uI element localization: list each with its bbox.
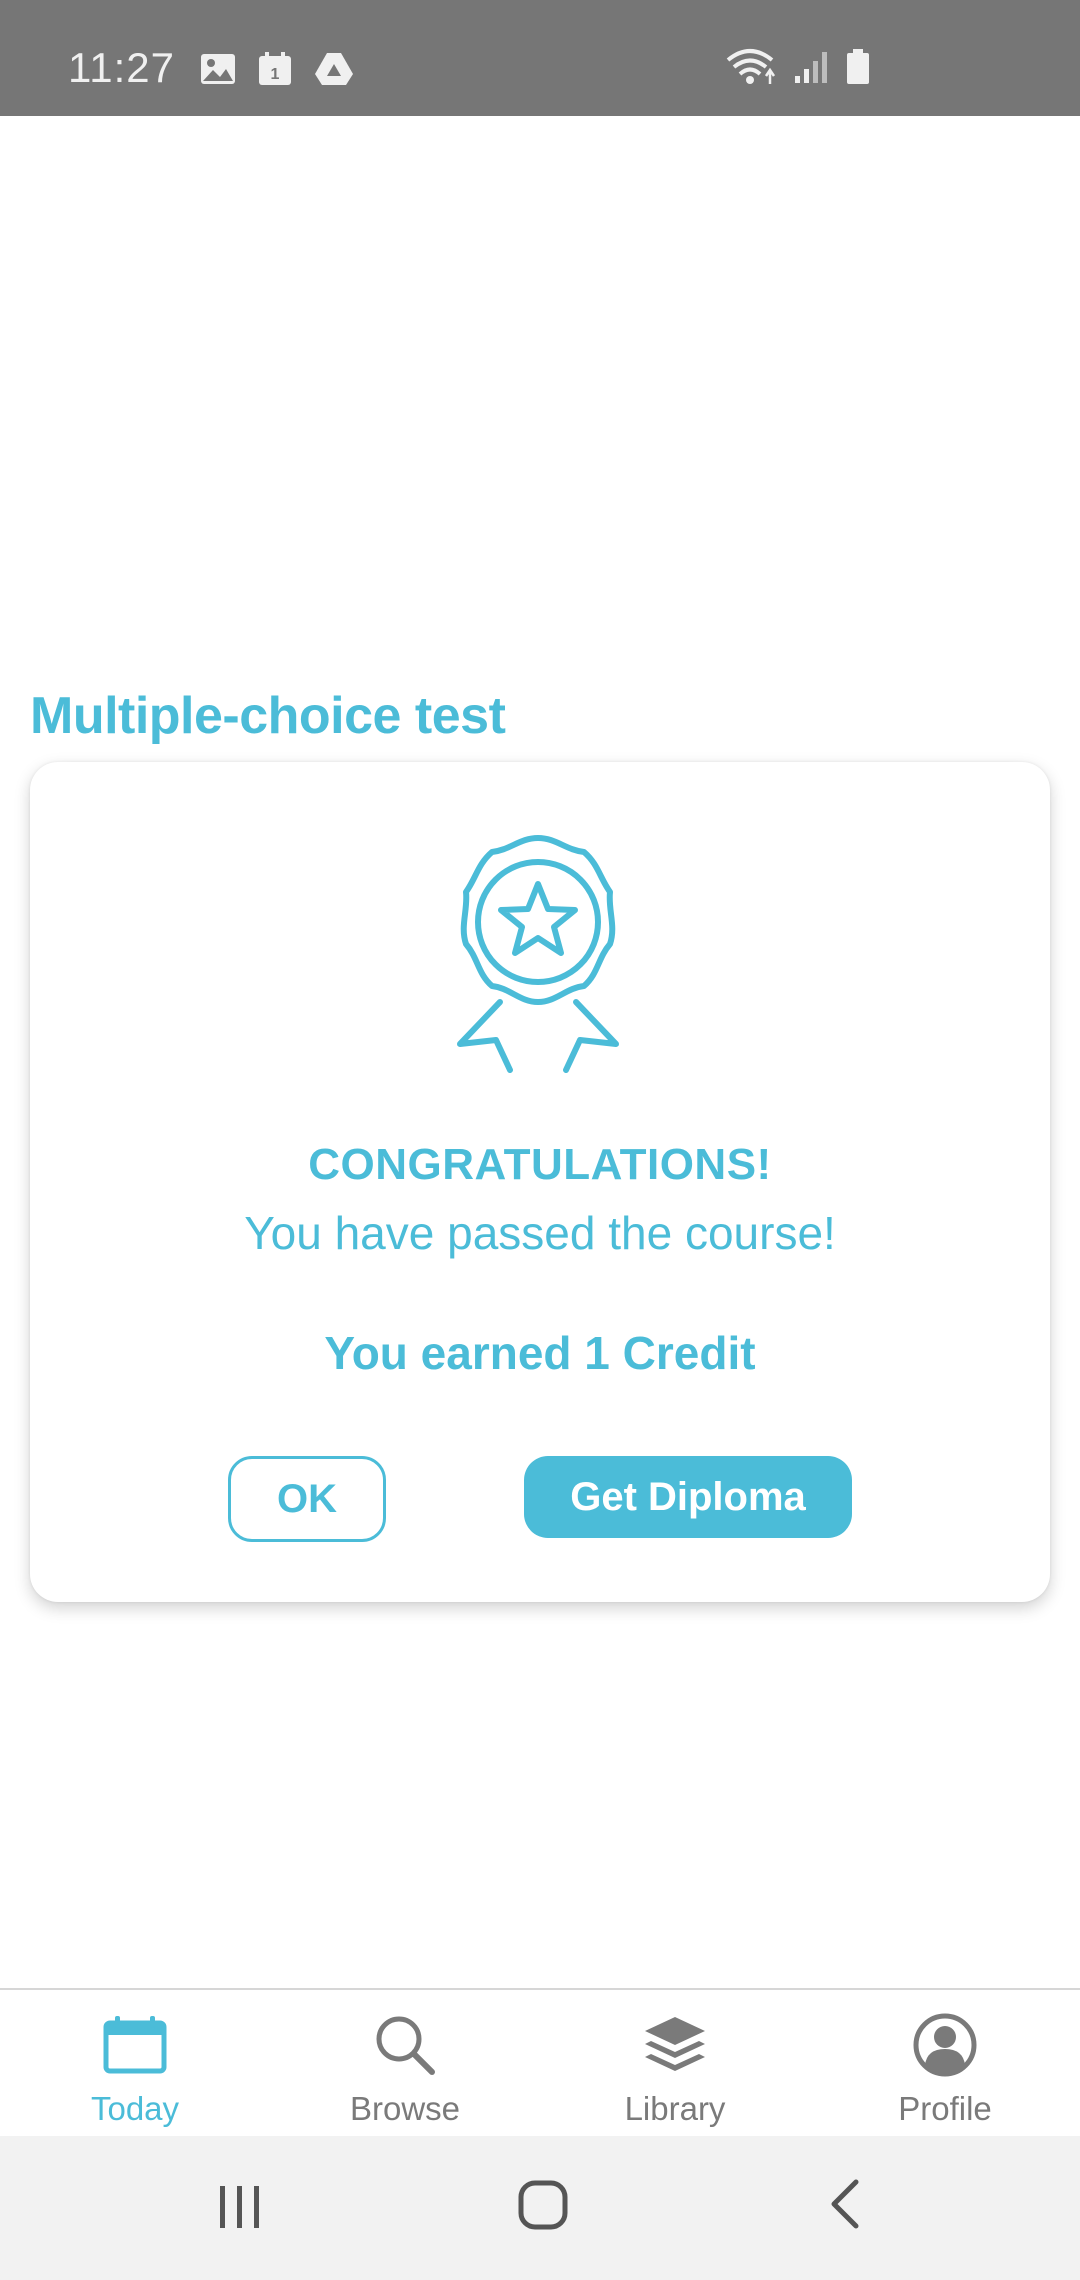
status-bar: 11:27 1 [0, 0, 1080, 116]
credit-earned-text: You earned 1 Credit [324, 1327, 756, 1379]
tab-today-label: Today [90, 2090, 180, 2127]
ok-button[interactable]: OK [228, 1456, 386, 1542]
congratulations-heading: CONGRATULATIONS! [308, 1140, 772, 1189]
tab-profile[interactable]: Profile [810, 1990, 1080, 2136]
signal-icon [794, 50, 828, 84]
battery-icon [846, 49, 870, 85]
tab-library-label: Library [624, 2090, 726, 2127]
profile-icon [913, 2010, 977, 2080]
system-navigation-bar [0, 2136, 1080, 2280]
congratulations-dialog: CONGRATULATIONS! You have passed the cou… [30, 762, 1050, 1602]
tab-profile-label: Profile [898, 2090, 992, 2127]
search-icon [374, 2010, 436, 2080]
recent-apps-icon[interactable] [216, 2176, 264, 2237]
tab-today[interactable]: Today [0, 1990, 270, 2136]
calendar-icon: 1 [258, 52, 292, 86]
award-badge-icon [438, 830, 638, 1085]
wifi-icon [726, 48, 776, 86]
get-diploma-button[interactable]: Get Diploma [524, 1456, 852, 1538]
tab-browse-label: Browse [349, 2090, 461, 2127]
tab-browse[interactable]: Browse [270, 1990, 540, 2136]
back-icon[interactable] [824, 2176, 868, 2237]
bottom-tab-bar: Today Browse Library Profile [0, 1988, 1080, 2136]
system-icons [726, 48, 870, 86]
notification-icons: 1 [200, 52, 354, 86]
status-time: 11:27 [68, 44, 175, 91]
layers-icon [643, 2010, 707, 2080]
home-icon[interactable] [516, 2176, 572, 2237]
passed-message: You have passed the course! [244, 1207, 836, 1259]
tab-library[interactable]: Library [540, 1990, 810, 2136]
drive-icon [314, 52, 354, 86]
svg-text:1: 1 [271, 66, 280, 83]
calendar-icon [103, 2010, 167, 2080]
image-icon [200, 53, 236, 85]
page-title: Multiple-choice test [30, 687, 506, 745]
